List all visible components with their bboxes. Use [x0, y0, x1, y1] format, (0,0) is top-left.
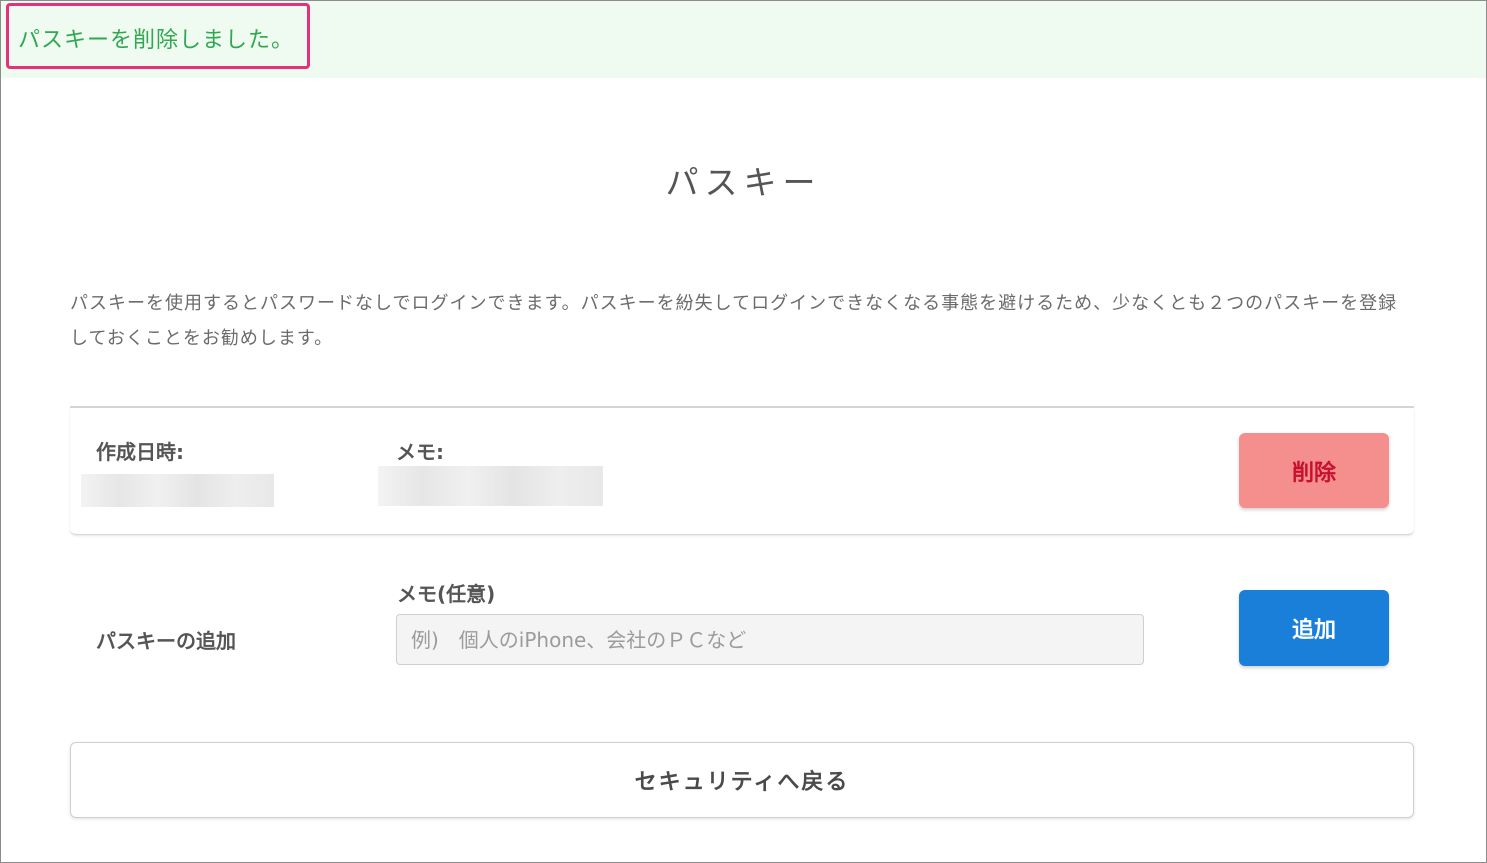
memo-value-redacted [378, 466, 603, 506]
memo-optional-label: メモ(任意) [397, 582, 496, 606]
add-passkey-button[interactable]: 追加 [1239, 590, 1389, 666]
memo-label: メモ: [396, 440, 444, 464]
back-to-security-button[interactable]: セキュリティへ戻る [70, 742, 1414, 818]
passkey-list-item: 作成日時: メモ: 削除 [70, 408, 1414, 535]
created-at-value-redacted [81, 474, 274, 507]
app-window: パスキーを削除しました。 パスキー パスキーを使用するとパスワードなしでログイン… [0, 0, 1487, 863]
memo-input[interactable] [396, 614, 1144, 665]
flash-message: パスキーを削除しました。 [18, 28, 295, 53]
page-description: パスキーを使用するとパスワードなしでログインできます。パスキーを紛失してログイン… [70, 293, 1398, 349]
flash-notification: パスキーを削除しました。 [1, 1, 1486, 78]
delete-passkey-button[interactable]: 削除 [1239, 433, 1389, 508]
add-passkey-label: パスキーの追加 [96, 629, 236, 653]
created-at-label: 作成日時: [96, 440, 184, 464]
page-title: パスキー [665, 163, 822, 202]
